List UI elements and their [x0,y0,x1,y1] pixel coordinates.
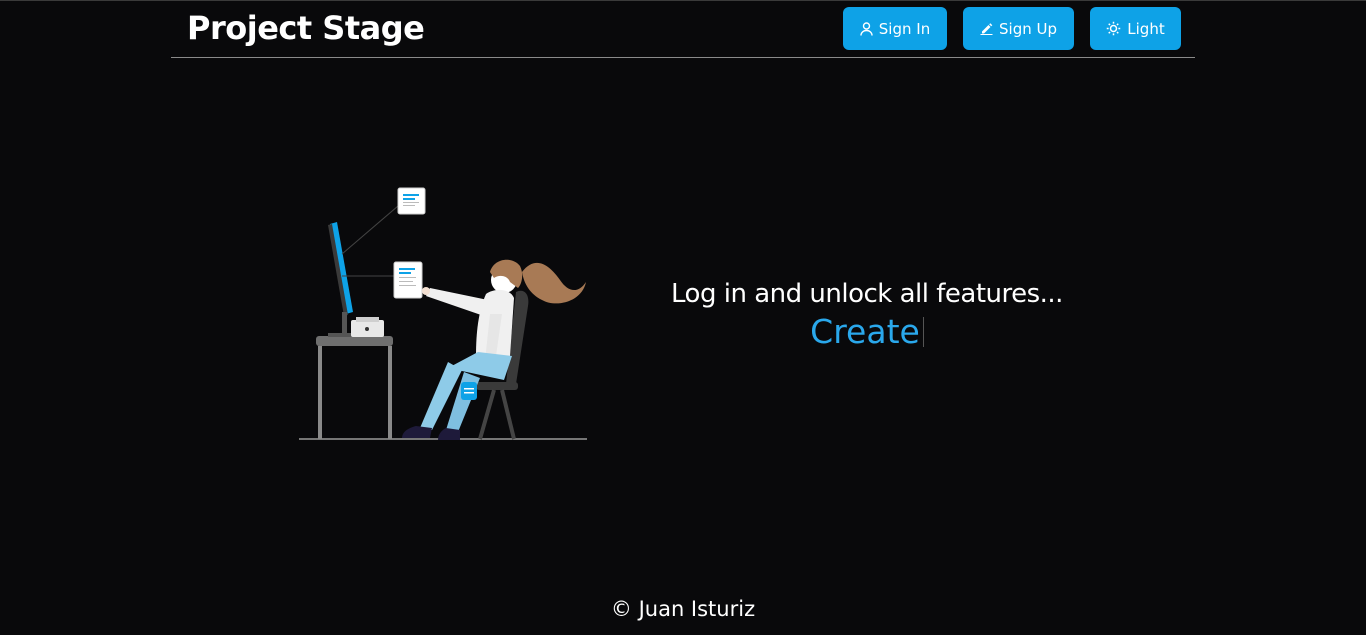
brand-title[interactable]: Project Stage [187,9,425,47]
hero-illustration [298,184,590,444]
sign-in-label: Sign In [878,19,931,38]
login-prompt: Log in and unlock all features... Create [612,276,1122,352]
theme-toggle-label: Light [1127,19,1165,38]
site-header: Project Stage Sign In Sign Up Light [171,1,1195,58]
sign-up-button[interactable]: Sign Up [963,7,1074,50]
sign-up-label: Sign Up [999,19,1057,38]
theme-toggle-button[interactable]: Light [1090,7,1181,50]
sign-in-button[interactable]: Sign In [843,7,947,50]
sun-icon [1106,21,1121,36]
login-headline: Log in and unlock all features... [671,279,1063,309]
user-icon [860,21,873,36]
typing-caret [922,317,924,347]
create-link[interactable]: Create [810,312,920,352]
footer-copyright: © Juan Isturiz [610,597,756,621]
pencil-icon [980,22,993,35]
